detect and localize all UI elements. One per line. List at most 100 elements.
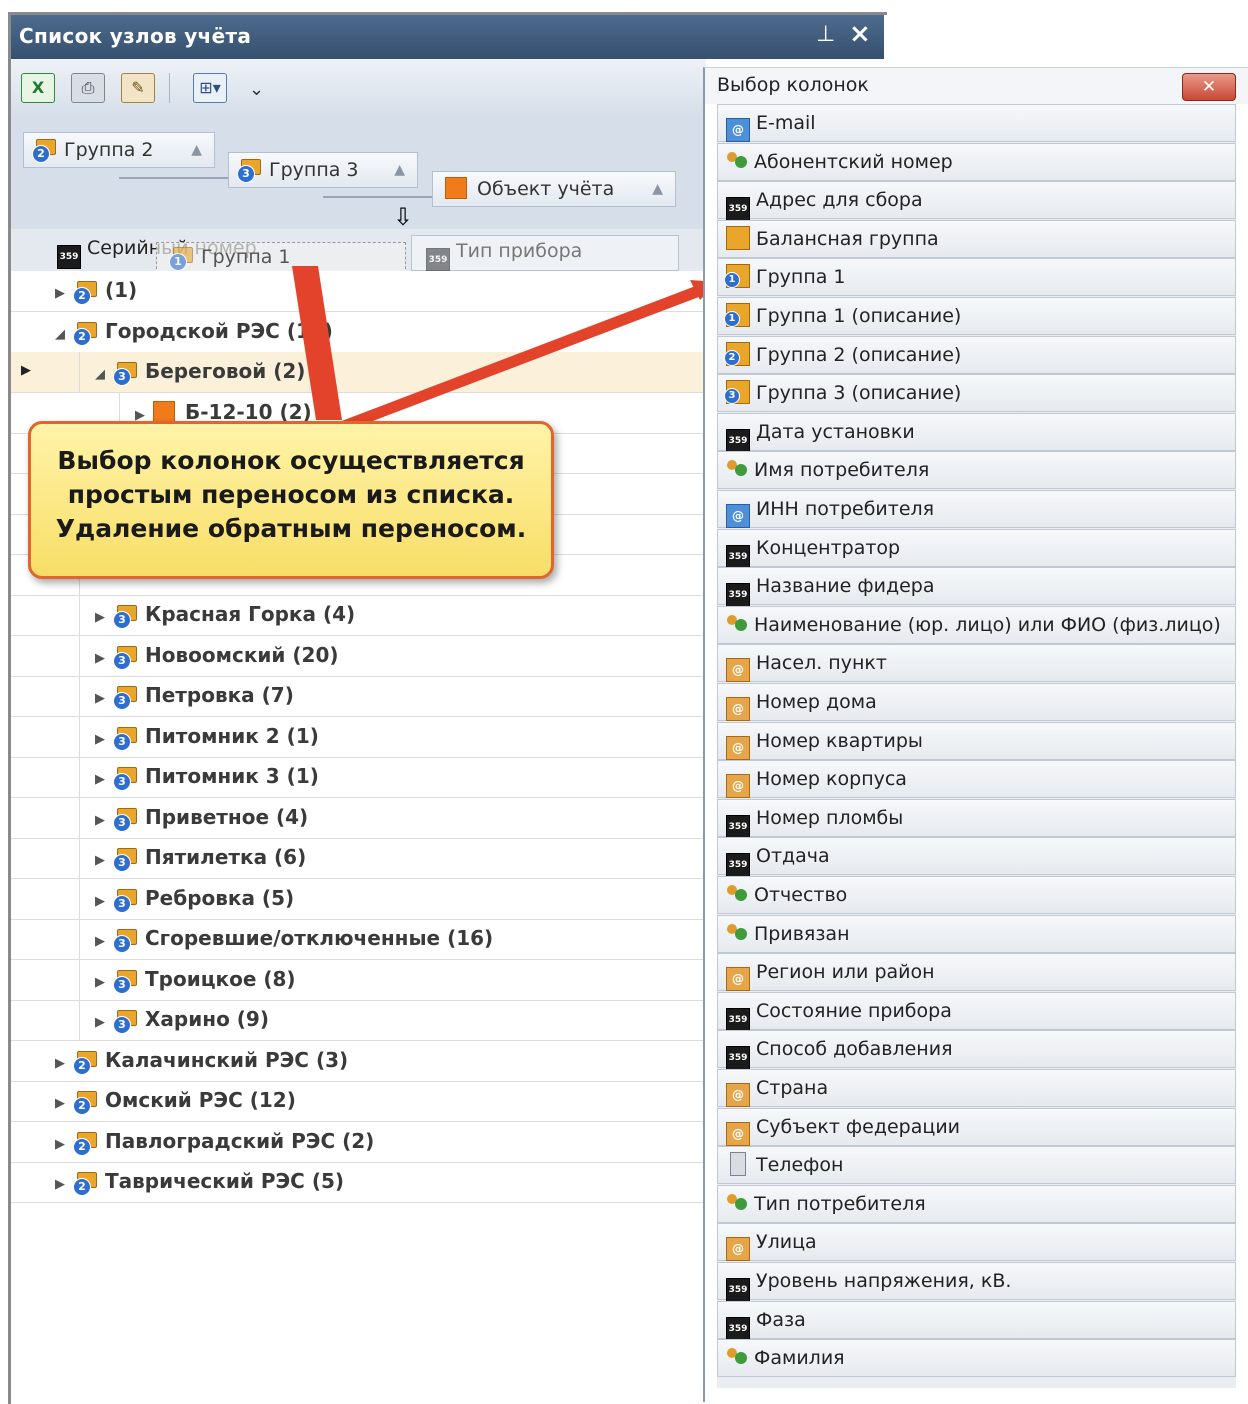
- column-chooser-item[interactable]: 359 Фаза: [717, 1300, 1236, 1341]
- group-chip-group2[interactable]: 2 Группа 2 ▲: [23, 132, 215, 168]
- expand-icon[interactable]: ▶: [95, 1004, 109, 1042]
- settings-button[interactable]: ✎: [121, 73, 155, 103]
- column-chooser-item-label: Субъект федерации: [756, 1115, 961, 1138]
- expand-icon[interactable]: ▶: [95, 923, 109, 961]
- column-chooser-item[interactable]: 359 Отдача: [717, 837, 1236, 878]
- tree-row[interactable]: ▶ 3 Харино (9): [11, 1000, 706, 1041]
- tree-row-label: Береговой (2): [145, 359, 306, 383]
- sort-ascending-icon[interactable]: ▲: [652, 172, 663, 206]
- column-chooser-item[interactable]: @ Насел. пункт: [717, 644, 1236, 683]
- column-chooser-item[interactable]: Наименование (юр. лицо) или ФИО (физ.лиц…: [717, 605, 1236, 644]
- column-chooser-item[interactable]: @ Номер дома: [717, 683, 1236, 721]
- column-chooser-item[interactable]: Отчество: [717, 876, 1236, 914]
- pin-icon[interactable]: ⊥: [816, 22, 835, 47]
- tree-row[interactable]: ▶ 3 Троицкое (8): [11, 959, 706, 1002]
- tree-row[interactable]: ▶ 2 Павлоградский РЭС (2): [11, 1122, 706, 1163]
- column-chooser-item[interactable]: Балансная группа: [717, 219, 1236, 258]
- column-chooser-item[interactable]: 1 Группа 1 (описание): [717, 297, 1236, 335]
- tree-row[interactable]: ▶ 2 Калачинский РЭС (3): [11, 1041, 706, 1082]
- column-chooser-item[interactable]: 3 Группа 3 (описание): [717, 374, 1236, 413]
- column-chooser-item[interactable]: 359 Способ добавления: [717, 1030, 1236, 1071]
- column-chooser-item[interactable]: 359 Адрес для сбора: [717, 181, 1236, 222]
- grp-field-icon: 2: [724, 341, 750, 366]
- tree-row[interactable]: ▶ 3 Сгоревшие/отключенные (16): [11, 919, 706, 960]
- expand-icon[interactable]: ▶: [55, 1085, 69, 1123]
- expand-icon[interactable]: ▶: [55, 1166, 69, 1204]
- column-chooser-item[interactable]: Телефон: [717, 1146, 1236, 1185]
- column-chooser-item[interactable]: @ Страна: [717, 1069, 1236, 1107]
- expand-icon[interactable]: ▶: [95, 640, 109, 678]
- num-field-icon: 359: [726, 1316, 750, 1341]
- expand-icon[interactable]: ▶: [95, 964, 109, 1002]
- column-chooser-item[interactable]: @ E-mail: [717, 104, 1236, 142]
- tree-row[interactable]: ▶ 3 Питомник 3 (1): [11, 757, 706, 798]
- expand-icon[interactable]: ▶: [95, 883, 109, 921]
- column-chooser-item[interactable]: 359 Состояние прибора: [717, 991, 1236, 1032]
- column-chooser-item[interactable]: 359 Название фидера: [717, 567, 1236, 608]
- email-field-icon: @: [726, 118, 750, 142]
- tree-row[interactable]: ▶ 2 Омский РЭС (12): [11, 1081, 706, 1122]
- expand-collapse-button[interactable]: ⊞▾: [193, 73, 227, 103]
- column-chooser-item[interactable]: @ ИНН потребителя: [717, 490, 1236, 528]
- tree-row[interactable]: ▶ 3 Ребровка (5): [11, 878, 706, 921]
- export-excel-button[interactable]: X: [21, 73, 55, 103]
- tree-row-label: Калачинский РЭС (3): [105, 1047, 349, 1072]
- column-chooser-item[interactable]: Имя потребителя: [717, 451, 1236, 490]
- expand-icon[interactable]: ▶: [95, 802, 109, 840]
- person-field-icon: [726, 614, 748, 636]
- column-chooser-item[interactable]: 1 Группа 1: [717, 258, 1236, 297]
- tree-row[interactable]: ▶ 3 Новоомский (20): [11, 635, 706, 678]
- tree-row[interactable]: ▶ 3 Пятилетка (6): [11, 838, 706, 879]
- column-chooser-item[interactable]: Тип потребителя: [717, 1184, 1236, 1223]
- column-chooser-item[interactable]: 359 Концентратор: [717, 528, 1236, 569]
- expand-icon[interactable]: ▶: [95, 842, 109, 880]
- tree-row[interactable]: ▶ 2 Таврический РЭС (5): [11, 1162, 706, 1203]
- expand-icon[interactable]: ▶: [55, 1045, 69, 1083]
- print-button[interactable]: ⎙: [71, 73, 105, 103]
- column-chooser-item[interactable]: @ Номер корпуса: [717, 760, 1236, 799]
- numeric-field-icon: 359: [57, 245, 81, 269]
- tree-row[interactable]: ◢ 2 Городской РЭС (15): [11, 312, 706, 353]
- column-chooser-item[interactable]: 2 Группа 2 (описание): [717, 335, 1236, 374]
- collapse-icon[interactable]: ◢: [55, 316, 69, 354]
- column-header-device-type[interactable]: 359 Тип прибора: [411, 235, 679, 272]
- expand-icon[interactable]: ▶: [95, 761, 109, 799]
- expand-icon[interactable]: ▶: [55, 275, 69, 313]
- column-chooser-item[interactable]: @ Субъект федерации: [717, 1107, 1236, 1146]
- num-field-icon: 359: [726, 1046, 750, 1071]
- tree-row-content: ▶ 2 Калачинский РЭС (3): [55, 1041, 348, 1083]
- column-chooser-item[interactable]: Привязан: [717, 914, 1236, 953]
- column-chooser-item[interactable]: 359 Номер пломбы: [717, 798, 1236, 839]
- sort-ascending-icon[interactable]: ▲: [191, 133, 202, 167]
- column-chooser-item[interactable]: Абонентский номер: [717, 142, 1236, 181]
- tree-row[interactable]: ▶ 3 Приветное (4): [11, 797, 706, 840]
- tree-row[interactable]: ▶ 2 (1): [11, 271, 706, 312]
- column-chooser-item[interactable]: @ Регион или район: [717, 953, 1236, 992]
- dragged-column-ghost[interactable]: 1 Группа 1: [156, 242, 406, 274]
- column-chooser-item[interactable]: Фамилия: [717, 1339, 1236, 1378]
- collapse-icon[interactable]: ◢: [95, 356, 109, 394]
- close-icon[interactable]: ✕: [1182, 73, 1236, 101]
- group-chip-object[interactable]: Объект учёта ▲: [432, 171, 676, 207]
- tree-row[interactable]: ▶ 3 Петровка (7): [11, 676, 706, 717]
- column-chooser-item[interactable]: @ Номер квартиры: [717, 721, 1236, 760]
- tree-row[interactable]: ▶ 3 Питомник 2 (1): [11, 716, 706, 759]
- column-chooser-item[interactable]: 359 Дата установки: [717, 412, 1236, 453]
- group-chip-group3[interactable]: 3 Группа 3 ▲: [228, 152, 418, 188]
- column-chooser-item-label: Отчество: [754, 884, 848, 906]
- expand-icon[interactable]: ▶: [55, 1126, 69, 1164]
- expand-icon[interactable]: ▶: [95, 599, 109, 637]
- addr-field-icon: @: [726, 735, 750, 760]
- expand-icon[interactable]: ▶: [95, 721, 109, 759]
- toolbar-overflow-icon[interactable]: ⌄: [249, 79, 264, 100]
- sort-ascending-icon[interactable]: ▲: [394, 153, 405, 187]
- close-icon[interactable]: ×: [849, 19, 871, 49]
- tree-row-label: Б-12-10 (2): [185, 399, 312, 424]
- column-chooser-item[interactable]: @ Улица: [717, 1223, 1236, 1262]
- tree-row[interactable]: ▶ ◢ 3 Береговой (2): [11, 352, 706, 393]
- expand-icon[interactable]: ▶: [95, 680, 109, 718]
- column-chooser-item[interactable]: 359 Уровень напряжения, кВ.: [717, 1262, 1236, 1302]
- tree-row[interactable]: ▶ 3 Красная Горка (4): [11, 595, 706, 636]
- group-by-area[interactable]: 2 Группа 2 ▲ 3 Группа 3 ▲ Объект учёта ▲ ⇩: [11, 115, 706, 231]
- group-level-icon: 3: [113, 848, 137, 872]
